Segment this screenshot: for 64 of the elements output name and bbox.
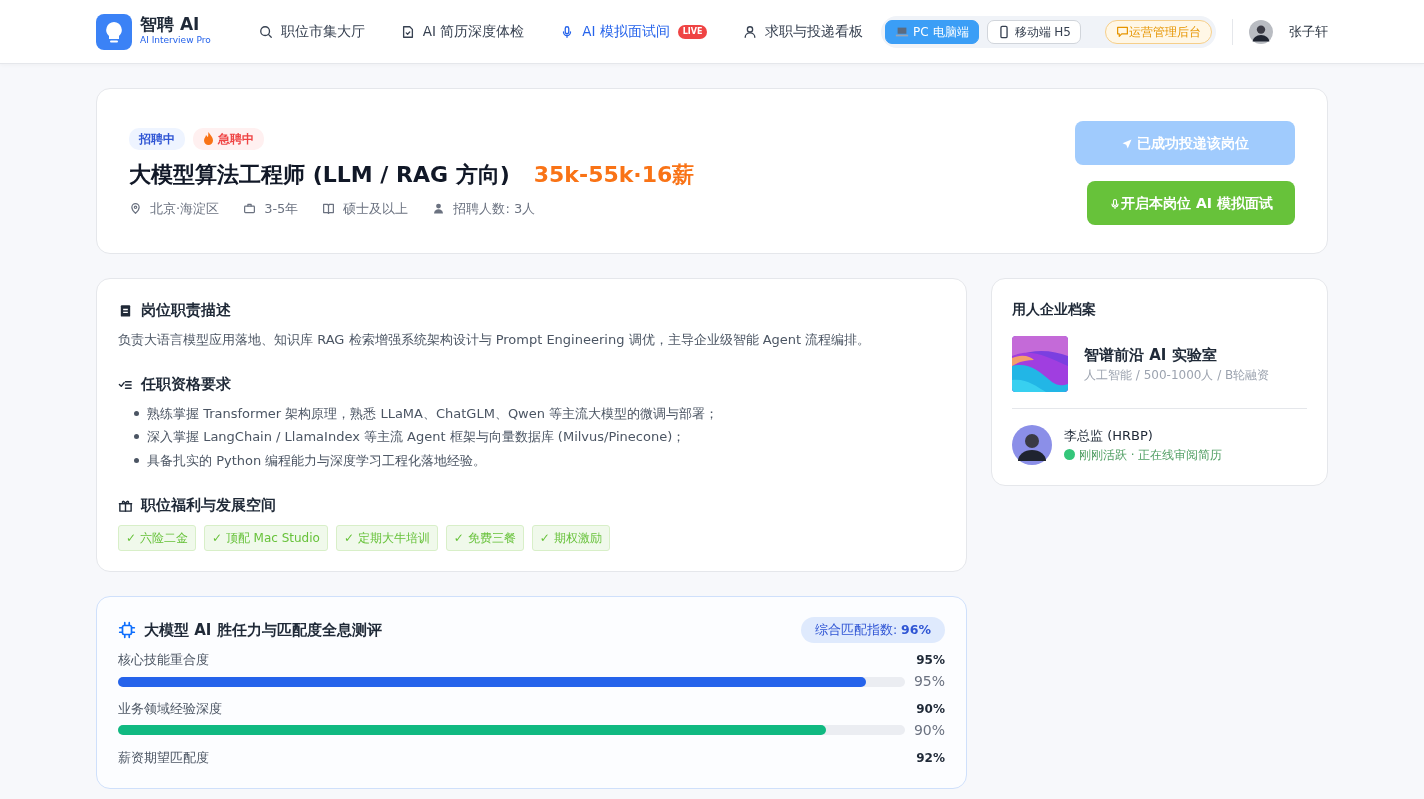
recruiter-avatar <box>1012 425 1052 465</box>
job-meta: 硕士及以上 <box>343 199 409 218</box>
person-icon <box>432 202 446 215</box>
document-check-icon <box>400 24 415 39</box>
company-name: 智谱前沿 AI 实验室 <box>1084 344 1218 366</box>
card-title: 用人企业档案 <box>1012 300 1097 319</box>
metric-reading: 95% <box>912 672 945 691</box>
benefit-tag: ✓ 顶配 Mac Studio <box>203 524 328 551</box>
brand-name: 智聘 AI <box>140 15 201 35</box>
requirement-item: 熟练掌握 Transformer 架构原理，熟悉 LLaMA、ChatGLM、Qwen 等主流大模型的微调与部署； <box>147 404 719 423</box>
benefit-tag: ✓ 期权激励 <box>531 524 610 551</box>
metric-value: 90% <box>916 701 945 718</box>
job-tag: 招聘中 <box>129 127 185 150</box>
bullet-icon <box>134 410 139 416</box>
match-score-badge: 综合匹配指数: 96% <box>800 616 945 644</box>
logo-icon <box>96 13 132 50</box>
job-meta: 北京·海淀区 <box>150 199 220 218</box>
metric-reading: 90% <box>912 720 945 740</box>
job-meta: 招聘人数: 3人 <box>453 199 536 218</box>
live-badge: LIVE <box>677 24 708 39</box>
benefit-tag: ✓ 定期大牛培训 <box>335 524 438 551</box>
location-pin-icon <box>129 202 142 215</box>
section-title: 岗位职责描述 <box>141 300 231 321</box>
metric-name: 核心技能重合度 <box>118 651 209 670</box>
salary: 35k-55k·16薪 <box>533 160 695 189</box>
user-avatar <box>1249 19 1273 44</box>
metric-value: 92% <box>916 749 945 767</box>
benefit-tag: ✓ 免费三餐 <box>445 524 524 551</box>
metric-name: 薪资期望匹配度 <box>118 748 209 767</box>
search-icon <box>258 24 273 39</box>
job-description: 负责大语言模型应用落地、知识库 RAG 检索增强系统架构设计与 Prompt Engineering 调优，主导企业级智能 Agent 流程编排。 <box>118 330 872 349</box>
briefcase-icon <box>243 202 257 215</box>
job-title: 大模型算法工程师 (LLM / RAG 方向) <box>129 160 510 189</box>
company-info: 人工智能 / 500-1000人 / B轮融资 <box>1084 367 1270 385</box>
section-title: 任职资格要求 <box>141 374 231 395</box>
benefit-tag: ✓ 六险二金 <box>118 524 196 551</box>
brand-tagline: AI Interview Pro <box>140 34 211 48</box>
metric-name: 业务领域经验深度 <box>118 700 222 718</box>
nav-link[interactable]: AI 简历深度体检 <box>400 21 525 42</box>
recruiter-status: 刚刚活跃 · 正在线审阅简历 <box>1079 446 1223 464</box>
device-toggle[interactable]: PC 电脑端 <box>885 19 979 44</box>
requirement-item: 深入掌握 LangChain / LlamaIndex 等主流 Agent 框架与向量数据库 (Milvus/Pinecone)； <box>147 428 686 446</box>
device-toggle[interactable]: 移动端 H5 <box>986 19 1081 44</box>
section-title: 大模型 AI 胜任力与匹配度全息测评 <box>144 619 382 641</box>
nav-link[interactable]: 求职与投递看板 <box>743 21 864 42</box>
book-icon <box>322 202 336 215</box>
job-tag: 急聘中 <box>193 127 264 150</box>
section-title: 职位福利与发展空间 <box>141 495 276 516</box>
paper-plane-icon <box>1121 137 1133 150</box>
bullet-icon <box>134 457 139 463</box>
user-name: 张子轩 <box>1289 22 1328 41</box>
microphone-icon <box>1109 197 1122 210</box>
user-icon <box>743 24 758 39</box>
chip-icon <box>118 620 136 639</box>
nav-link[interactable]: 职位市集大厅 <box>258 21 365 42</box>
metric-value: 95% <box>916 652 945 670</box>
chat-icon <box>1116 25 1129 38</box>
requirement-item: 具备扎实的 Python 编程能力与深度学习工程化落地经验。 <box>147 451 487 470</box>
job-meta: 3-5年 <box>264 199 299 218</box>
clipboard-icon <box>118 302 133 318</box>
flame-icon <box>203 132 214 146</box>
recruiter-name: 李总监 (HRBP) <box>1064 427 1154 446</box>
nav-link[interactable]: AI 模拟面试间 LIVE <box>560 21 708 42</box>
bullet-icon <box>134 434 139 440</box>
